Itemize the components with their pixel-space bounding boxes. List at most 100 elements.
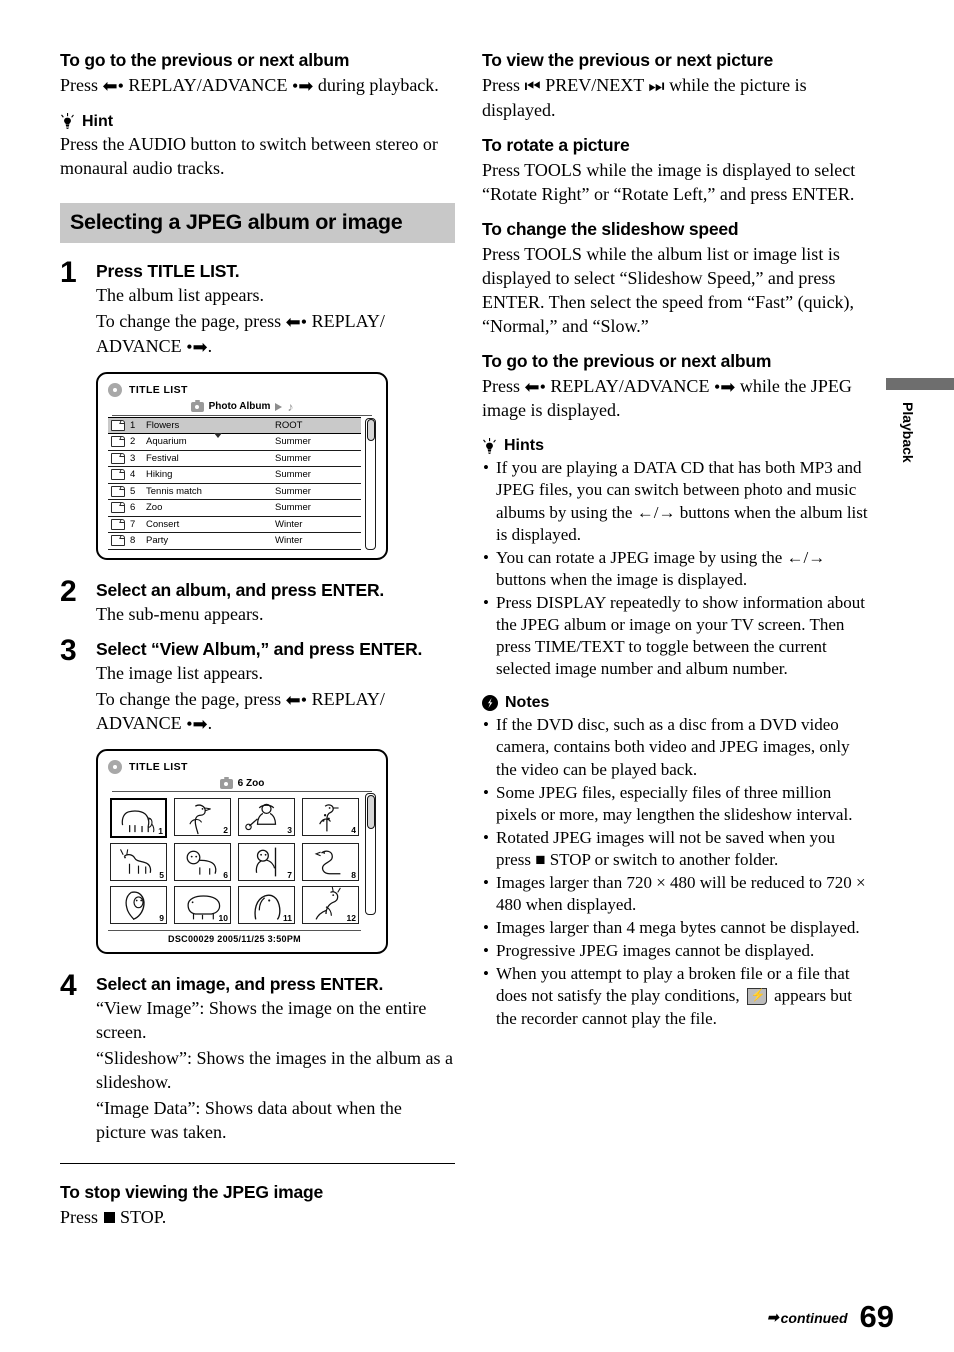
thumbnail-3[interactable]: 3: [238, 798, 295, 837]
thumbnail-2[interactable]: 2: [174, 798, 231, 837]
table-row[interactable]: 3 Festival Summer: [108, 451, 361, 468]
heading-stop-viewing: To stop viewing the JPEG image: [60, 1182, 324, 1202]
exclamation-icon: [482, 695, 498, 712]
monkey-icon: [255, 847, 277, 877]
paragraph-slideshow-speed: Press TOOLS while the album list or imag…: [482, 243, 855, 336]
heading-prev-next-album-right: To go to the previous or next album: [482, 350, 772, 371]
disc-icon: [108, 760, 122, 775]
folder-icon: [111, 535, 125, 547]
step-1-number: 1: [60, 255, 77, 289]
step-4-line-2: “Slideshow”: Shows the images in the alb…: [96, 1048, 453, 1093]
list-item: Some JPEG files, especially files of thr…: [482, 782, 872, 826]
list-item: You can rotate a JPEG image by using the…: [482, 547, 872, 591]
prev-next-album-tail: during playback.: [317, 75, 439, 95]
elephant-icon: [121, 810, 155, 833]
thumbnail-12[interactable]: 12: [302, 886, 359, 925]
thumbnail-number: 2: [223, 825, 228, 836]
scrollbar-thumb[interactable]: [366, 419, 375, 442]
thumbnail-6[interactable]: 6: [174, 843, 231, 882]
step-4-line-1: “View Image”: Shows the image on the ent…: [96, 998, 427, 1043]
list-item: Rotated JPEG images will not be saved wh…: [482, 827, 872, 871]
scrollbar[interactable]: [365, 793, 376, 916]
left-arrow-icon: ❮: [112, 812, 113, 824]
paragraph-rotate-picture: Press TOOLS while the image is displayed…: [482, 159, 856, 204]
scrollbar[interactable]: [365, 417, 376, 550]
thumbnail-number: 10: [218, 913, 228, 924]
step-4: 4 Select an image, and press ENTER. “Vie…: [60, 970, 455, 1147]
camera-icon: [190, 399, 204, 412]
thumbnail-number: 11: [283, 913, 292, 924]
row-name: Consert: [146, 518, 180, 530]
step-3-advance: ADVANCE: [96, 713, 182, 734]
thumbnail-7[interactable]: 7: [238, 843, 295, 882]
notes-label: Notes: [505, 694, 550, 712]
step-2-title: Select an album, and press ENTER.: [96, 579, 385, 600]
image-album-label: 6 Zoo: [237, 778, 265, 790]
image-album-header-bar: 6 Zoo: [112, 776, 372, 793]
prev-next-label: PREV/NEXT: [545, 75, 644, 95]
hints-header: Hints: [482, 437, 872, 455]
replay-advance-label: REPLAY/ADVANCE: [550, 375, 710, 396]
image-caption: DSC00029 2005/11/25 3:50PM: [108, 930, 361, 944]
replay-back-icon: ⬅•: [285, 311, 308, 332]
step-3-line-2: To change the page, press ⬅• REPLAY/ ADV…: [96, 688, 455, 738]
hint-label: Hint: [82, 112, 114, 130]
list-item: Progressive JPEG images cannot be displa…: [482, 940, 872, 962]
table-row[interactable]: 1 Flowers ROOT: [108, 416, 361, 439]
scrollbar-thumb[interactable]: [366, 794, 375, 829]
step-1-advance: ADVANCE: [96, 335, 182, 356]
right-column: To view the previous or next picture Pre…: [482, 50, 872, 1031]
table-row[interactable]: 6 Zoo Summer: [108, 500, 361, 517]
row-folder: Summer: [275, 452, 311, 464]
right-arrow-icon: ❯: [164, 812, 165, 824]
row-number: 3: [130, 452, 136, 464]
side-tab: Playback: [886, 378, 954, 463]
play-triangle-icon: [275, 402, 283, 411]
gorilla-icon: [125, 891, 145, 921]
thumbnail-number: 4: [351, 825, 356, 836]
press-label: Press: [60, 1207, 99, 1227]
thumbnail-4[interactable]: 4: [302, 798, 359, 837]
row-folder: Summer: [275, 469, 311, 481]
table-row[interactable]: 8 Party Winter: [108, 533, 361, 550]
album-header-label: Photo Album: [208, 401, 271, 413]
disc-icon: [108, 382, 122, 397]
table-row[interactable]: 4 Hiking Summer: [108, 467, 361, 484]
thumbnail-5[interactable]: 5: [110, 843, 167, 882]
row-number: 4: [130, 469, 136, 481]
paragraph-stop-viewing: Press STOP.: [60, 1206, 455, 1230]
arrow-right-icon: ➡: [766, 1309, 779, 1325]
table-row[interactable]: 2 Aquarium Summer: [108, 434, 361, 451]
thumbnail-1[interactable]: ❮ ❯ 1: [110, 798, 167, 839]
table-row[interactable]: 5 Tennis match Summer: [108, 484, 361, 501]
thumbnail-11[interactable]: 11: [238, 886, 295, 925]
thumbnail-number: 7: [287, 870, 292, 881]
replay-back-icon: ⬅•: [285, 689, 308, 710]
row-folder: Winter: [275, 518, 303, 530]
camera-icon: [219, 776, 233, 789]
section-banner: Selecting a JPEG album or image: [60, 202, 455, 243]
ostrich-icon: [189, 804, 211, 835]
folder-icon: [111, 469, 125, 481]
side-tab-label: Playback: [900, 402, 916, 463]
table-row[interactable]: 7 Consert Winter: [108, 517, 361, 534]
folder-icon: [111, 518, 125, 530]
lightbulb-icon: [61, 113, 74, 130]
next-track-icon: ⏭: [648, 76, 665, 96]
row-number: 2: [130, 436, 136, 448]
thumbnail-number: 9: [159, 913, 164, 924]
list-item: Press DISPLAY repeatedly to show informa…: [482, 592, 872, 680]
thumbnail-9[interactable]: 9: [110, 886, 167, 925]
thumbnail-number: 12: [346, 913, 356, 924]
row-folder: Summer: [275, 502, 311, 514]
press-label: Press: [482, 375, 521, 396]
heading-rotate-picture: To rotate a picture: [482, 134, 630, 155]
thumbnail-8[interactable]: 8: [302, 843, 359, 882]
thumbnail-grid-wrap: ❮ ❯ 1 2: [108, 792, 376, 944]
stop-label: STOP.: [120, 1207, 167, 1227]
paragraph-prev-next-album-right: Press ⬅• REPLAY/ADVANCE •➡ while the JPE…: [482, 375, 872, 424]
folder-icon: [111, 502, 125, 514]
thumbnail-number: 6: [223, 870, 228, 881]
folder-icon: [111, 452, 125, 464]
thumbnail-10[interactable]: 10: [174, 886, 231, 925]
